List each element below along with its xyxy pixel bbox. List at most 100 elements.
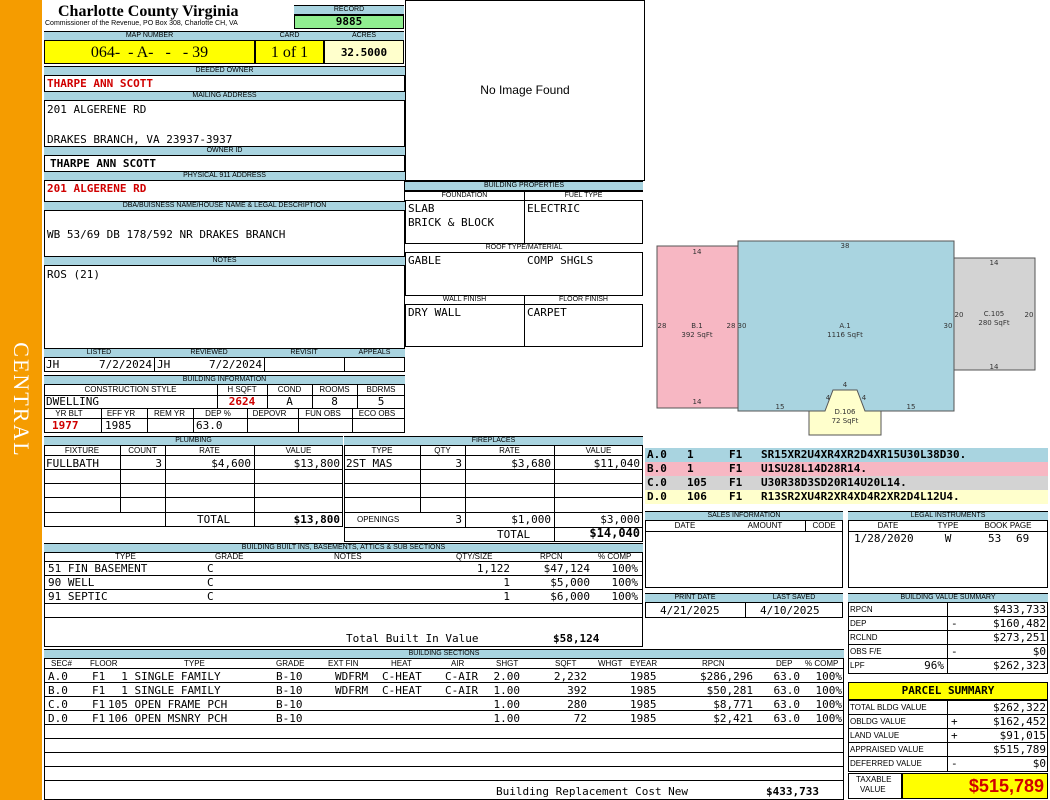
notes-header: NOTES (44, 256, 405, 266)
record-header: RECORD (294, 5, 404, 15)
fire-col: TYPE (371, 446, 393, 455)
sec-col: EXT FIN (328, 659, 359, 668)
no-image-text: No Image Found (480, 83, 570, 97)
taxable-value: $515,789 (902, 773, 1048, 799)
ps-value: $515,789 (993, 743, 1046, 756)
sketch-code-row: B.0 1 F1 U1SU28L14D28R14. (645, 462, 1048, 476)
sketch-label-d: D.106 (835, 408, 857, 416)
deeded-owner: THARPE ANN SCOTT (47, 77, 153, 90)
acres-value: 32.5000 (324, 40, 404, 64)
foundation-header: FOUNDATION (405, 191, 524, 201)
plumb-count: 3 (155, 457, 162, 470)
sec-col: SQFT (555, 659, 577, 668)
vs-value: $160,482 (993, 617, 1046, 630)
legal-type: W (944, 532, 952, 545)
sketch-label-c: C.105 (984, 310, 1004, 318)
sec-col: DEP (776, 659, 793, 668)
sec-col: WHGT (598, 659, 623, 668)
builtin-rpcn: $5,000 (550, 576, 590, 589)
sketch-dim: 28 (727, 322, 736, 330)
county-title: Charlotte County Virginia (58, 3, 239, 20)
builtins-col: NOTES (334, 552, 362, 561)
plumb-value: $13,800 (293, 457, 340, 470)
sketch-area-d: 72 SqFt (832, 417, 859, 425)
building-sketch: B.1 392 SqFt A.1 1116 SqFt C.105 280 SqF… (656, 240, 1036, 436)
legal-page: 69 (1016, 532, 1030, 545)
district-label: CENTRAL (9, 342, 34, 458)
sketch-dim: 38 (841, 242, 850, 250)
hsqft-header: H SQFT (227, 385, 257, 394)
foundation-2: BRICK & BLOCK (408, 216, 495, 229)
rooms: 8 (331, 395, 338, 408)
fire-col: QTY (434, 446, 451, 455)
vs-key: RPCN (850, 605, 873, 614)
legal-col: BOOK PAGE (984, 521, 1032, 530)
taxable-label-2: VALUE (860, 785, 886, 794)
mailing-line-1: 201 ALGERENE RD (47, 103, 147, 116)
foundation-1: SLAB (408, 202, 435, 215)
sketch-dim: 20 (955, 311, 964, 319)
brcn-value: $433,733 (766, 785, 819, 798)
plumb-col: COUNT (128, 446, 157, 455)
plumb-col: RATE (199, 446, 220, 455)
sketch-dim: 14 (693, 398, 702, 406)
sec-col: FLOOR (90, 659, 118, 668)
bdrms-header: BDRMS (366, 385, 396, 394)
vs-key: LPF (850, 661, 865, 670)
builtin-qty: 1 (503, 576, 510, 589)
builtin-grade: C (207, 576, 214, 589)
dep-header: DEP % (205, 409, 231, 418)
ps-value: $262,322 (993, 701, 1046, 714)
builtin-type: 91 SEPTIC (48, 590, 108, 603)
physical-address: 201 ALGERENE RD (47, 182, 147, 195)
reviewed-by: JH (157, 358, 171, 371)
fire-type: 2ST MAS (346, 457, 393, 470)
construction-style-header: CONSTRUCTION STYLE (84, 385, 177, 394)
vs-key: OBS F/E (850, 647, 882, 656)
funobs-header: FUN OBS (305, 409, 341, 418)
print-date: 4/21/2025 (660, 604, 720, 617)
sketch-dim: 14 (693, 248, 702, 256)
legal-book: 53 (988, 532, 1002, 545)
builtins-col: GRADE (215, 552, 244, 561)
rem-yr-header: REM YR (154, 409, 185, 418)
condition: A (286, 395, 293, 408)
sales-col: CODE (812, 521, 836, 530)
builtins-col: RPCN (540, 552, 563, 561)
builtin-rpcn: $47,124 (543, 562, 590, 575)
sec-col: RPCN (702, 659, 725, 668)
brcn-label: Building Replacement Cost New (496, 785, 689, 798)
sketch-dim: 4 (843, 381, 848, 389)
fire-rate: $3,680 (511, 457, 551, 470)
vs-value: $0 (1032, 645, 1046, 658)
ps-key: TOTAL BLDG VALUE (850, 703, 927, 712)
builtin-grade: C (207, 562, 214, 575)
floor-finish-header: FLOOR FINISH (524, 295, 643, 305)
vs-key: RCLND (850, 633, 878, 642)
builtins-total-label: Total Built In Value (346, 632, 479, 645)
sketch-dim: 4 (862, 394, 867, 402)
heated-sqft: 2624 (228, 395, 256, 408)
openings-qty: 3 (455, 513, 462, 526)
sketch-dim: 4 (826, 394, 831, 402)
construction-style: DWELLING (46, 395, 99, 408)
sketch-code-row: A.0 1 F1 SR15XR2U4XR4XR2D4XR15U30L38D30. (645, 448, 1048, 462)
sketch-dim: 30 (738, 322, 747, 330)
builtins-total: $58,124 (553, 632, 600, 645)
commissioner-address: Commissioner of the Revenue, PO Box 308,… (45, 20, 238, 27)
sketch-dim: 14 (990, 259, 999, 267)
wall-finish-header: WALL FINISH (405, 295, 524, 305)
yr-blt-header: YR BLT (55, 409, 83, 418)
openings-label: OPENINGS (357, 515, 400, 524)
roof-material: COMP SHGLS (527, 254, 594, 267)
ps-key: OBLDG VALUE (850, 717, 906, 726)
legal-date: 1/28/2020 (854, 532, 914, 545)
sec-col: TYPE (184, 659, 205, 668)
notes-text: ROS (21) (47, 268, 100, 281)
map-number: 064- - A- - - 39 (44, 40, 255, 64)
builtins-col: % COMP (598, 552, 632, 561)
sketch-label-a: A.1 (839, 322, 850, 330)
sketch-dim: 28 (658, 322, 667, 330)
rooms-header: ROOMS (319, 385, 350, 394)
builtin-comp: 100% (611, 590, 639, 603)
